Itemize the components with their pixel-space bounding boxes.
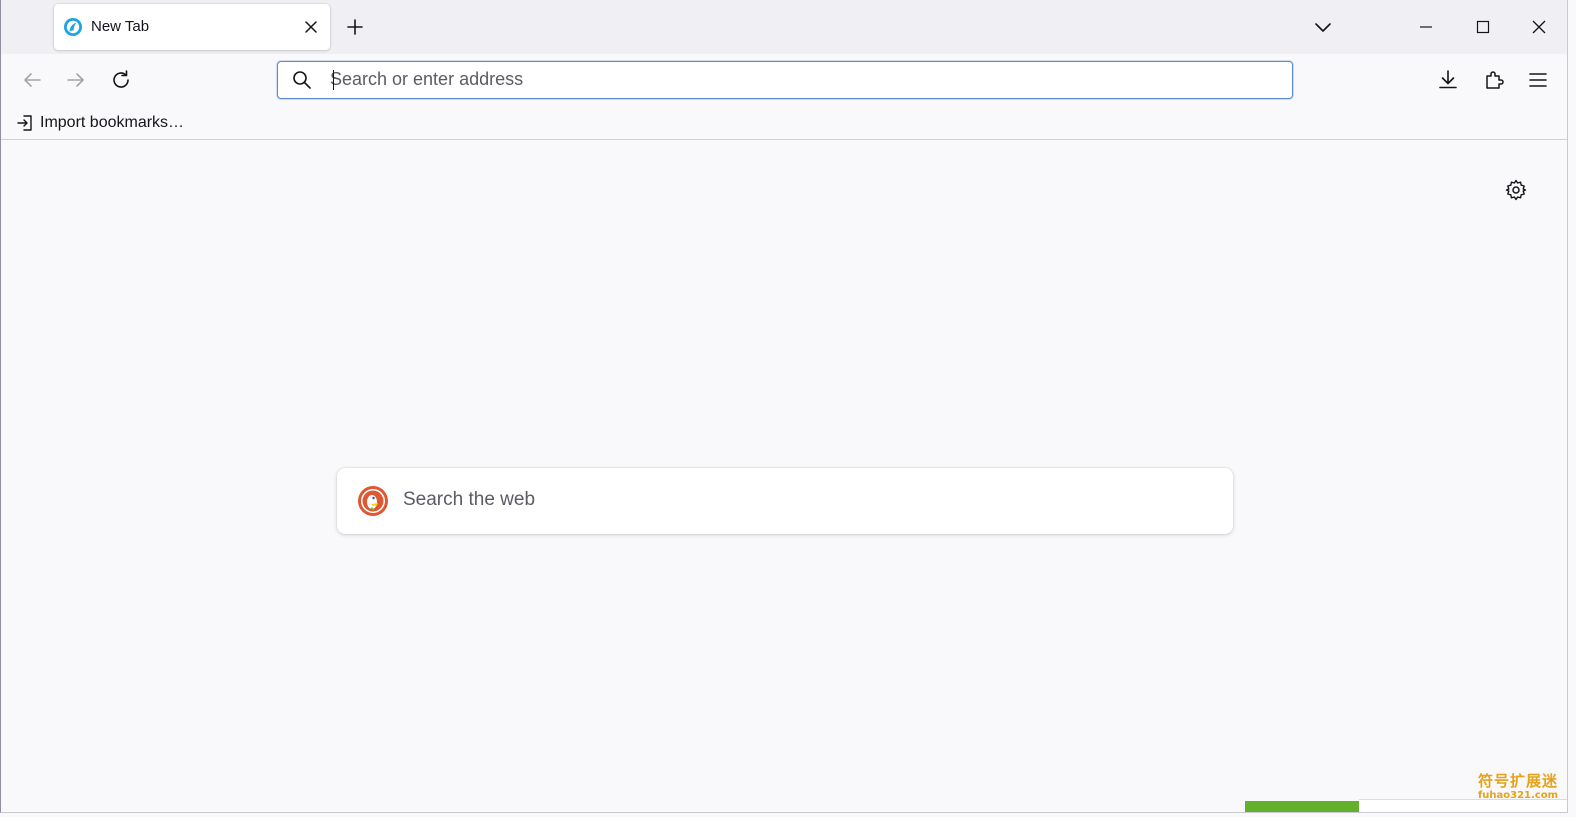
download-icon	[1439, 70, 1457, 89]
chevron-down-icon	[1315, 23, 1331, 32]
reload-button[interactable]	[109, 68, 133, 92]
app-menu-button[interactable]	[1526, 68, 1550, 92]
address-input[interactable]	[330, 62, 1270, 97]
arrow-right-icon	[67, 73, 84, 87]
navigation-toolbar	[1, 54, 1567, 106]
back-button[interactable]	[20, 68, 44, 92]
puzzle-piece-icon	[1486, 71, 1504, 89]
close-icon	[1532, 20, 1546, 34]
tab-close-icon[interactable]	[302, 18, 320, 36]
arrow-left-icon	[24, 73, 41, 87]
tab-new-tab[interactable]: New Tab	[54, 4, 330, 50]
list-all-tabs-button[interactable]	[1312, 16, 1334, 38]
tab-title: New Tab	[91, 18, 150, 35]
new-tab-page: Search the web	[1, 140, 1567, 812]
watermark: 符号扩展迷 fuhao321.com	[1468, 774, 1568, 801]
import-bookmarks-label: Import bookmarks…	[40, 114, 185, 131]
reload-icon	[113, 70, 129, 88]
gear-icon[interactable]	[1504, 178, 1528, 202]
import-bookmarks-button[interactable]: Import bookmarks…	[15, 111, 184, 135]
window-close-button[interactable]	[1528, 16, 1550, 38]
url-bar[interactable]	[277, 61, 1293, 99]
tab-strip: New Tab	[1, 0, 1567, 54]
new-tab-button[interactable]	[344, 16, 366, 38]
bookmarks-toolbar: Import bookmarks…	[1, 106, 1567, 140]
watermark-chinese-text: 符号扩展迷	[1477, 772, 1558, 790]
downloads-button[interactable]	[1436, 68, 1460, 92]
web-search-placeholder: Search the web	[403, 489, 536, 510]
window-maximize-button[interactable]	[1472, 16, 1494, 38]
text-caret	[333, 70, 334, 90]
hamburger-menu-icon	[1529, 73, 1547, 87]
web-search-box[interactable]: Search the web	[337, 468, 1233, 534]
import-icon	[15, 113, 35, 133]
firefox-logo-icon	[63, 17, 83, 37]
extensions-button[interactable]	[1482, 68, 1506, 92]
bottom-strip	[1359, 799, 1567, 812]
watermark-url-text: fuhao321.com	[1477, 790, 1559, 801]
maximize-icon	[1476, 20, 1490, 34]
plus-icon	[347, 19, 363, 35]
duckduckgo-icon	[357, 485, 389, 517]
search-icon	[292, 70, 312, 90]
browser-window: New Tab Search or enter address Import b…	[0, 0, 1568, 813]
green-progress-strip	[1245, 801, 1359, 812]
forward-button[interactable]	[64, 68, 88, 92]
window-minimize-button[interactable]	[1415, 16, 1437, 38]
minimize-icon	[1420, 26, 1432, 28]
